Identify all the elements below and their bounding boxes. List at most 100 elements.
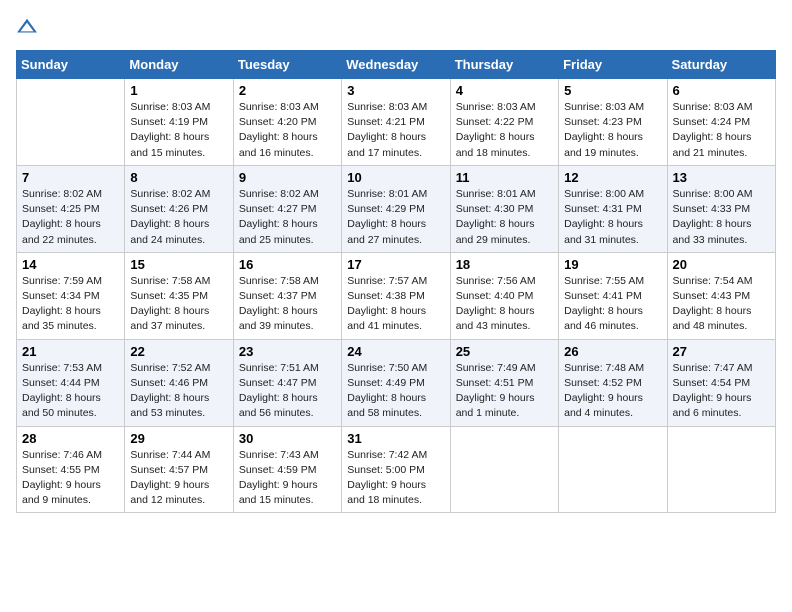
day-number: 16 <box>239 257 336 272</box>
day-number: 29 <box>130 431 227 446</box>
calendar-cell: 20 Sunrise: 7:54 AMSunset: 4:43 PMDayligh… <box>667 252 775 339</box>
day-info: Sunrise: 7:55 AMSunset: 4:41 PMDaylight:… <box>564 274 661 335</box>
calendar-week-row: 28 Sunrise: 7:46 AMSunset: 4:55 PMDayligh… <box>17 426 776 513</box>
day-number: 18 <box>456 257 553 272</box>
day-number: 26 <box>564 344 661 359</box>
day-number: 20 <box>673 257 770 272</box>
calendar-cell: 7Sunrise: 8:02 AMSunset: 4:25 PMDaylight… <box>17 165 125 252</box>
day-number: 19 <box>564 257 661 272</box>
day-number: 21 <box>22 344 119 359</box>
day-info: Sunrise: 8:00 AMSunset: 4:31 PMDaylight:… <box>564 187 661 248</box>
day-info: Sunrise: 8:01 AMSunset: 4:29 PMDaylight:… <box>347 187 444 248</box>
day-info: Sunrise: 8:03 AMSunset: 4:19 PMDaylight:… <box>130 100 227 161</box>
day-number: 5 <box>564 83 661 98</box>
day-info: Sunrise: 7:53 AMSunset: 4:44 PMDaylight:… <box>22 361 119 422</box>
page-header <box>16 16 776 38</box>
day-info: Sunrise: 8:00 AMSunset: 4:33 PMDaylight:… <box>673 187 770 248</box>
calendar-cell: 23 Sunrise: 7:51 AMSunset: 4:47 PMDayligh… <box>233 339 341 426</box>
day-info: Sunrise: 8:03 AMSunset: 4:22 PMDaylight:… <box>456 100 553 161</box>
calendar-cell: 27Sunrise: 7:47 AMSunset: 4:54 PMDayligh… <box>667 339 775 426</box>
day-info: Sunrise: 8:03 AMSunset: 4:21 PMDaylight:… <box>347 100 444 161</box>
calendar-cell: 24 Sunrise: 7:50 AMSunset: 4:49 PMDayligh… <box>342 339 450 426</box>
day-number: 17 <box>347 257 444 272</box>
day-info: Sunrise: 8:02 AMSunset: 4:27 PMDaylight:… <box>239 187 336 248</box>
weekday-header-wednesday: Wednesday <box>342 51 450 79</box>
day-info: Sunrise: 8:03 AMSunset: 4:23 PMDaylight:… <box>564 100 661 161</box>
calendar-cell: 3 Sunrise: 8:03 AMSunset: 4:21 PMDaylight… <box>342 79 450 166</box>
calendar-cell: 29 Sunrise: 7:44 AMSunset: 4:57 PMDayligh… <box>125 426 233 513</box>
calendar-cell: 12 Sunrise: 8:00 AMSunset: 4:31 PMDayligh… <box>559 165 667 252</box>
day-info: Sunrise: 7:54 AMSunset: 4:43 PMDaylight:… <box>673 274 770 335</box>
calendar-cell: 4 Sunrise: 8:03 AMSunset: 4:22 PMDaylight… <box>450 79 558 166</box>
day-info: Sunrise: 7:44 AMSunset: 4:57 PMDaylight:… <box>130 448 227 509</box>
calendar-cell: 16 Sunrise: 7:58 AMSunset: 4:37 PMDayligh… <box>233 252 341 339</box>
calendar-cell: 30Sunrise: 7:43 AMSunset: 4:59 PMDayligh… <box>233 426 341 513</box>
calendar-cell <box>559 426 667 513</box>
day-info: Sunrise: 7:42 AMSunset: 5:00 PMDaylight:… <box>347 448 444 509</box>
calendar-cell: 6 Sunrise: 8:03 AMSunset: 4:24 PMDaylight… <box>667 79 775 166</box>
day-number: 12 <box>564 170 661 185</box>
day-info: Sunrise: 7:46 AMSunset: 4:55 PMDaylight:… <box>22 448 119 509</box>
calendar-cell: 19 Sunrise: 7:55 AMSunset: 4:41 PMDayligh… <box>559 252 667 339</box>
day-info: Sunrise: 7:49 AMSunset: 4:51 PMDaylight:… <box>456 361 553 422</box>
day-number: 10 <box>347 170 444 185</box>
day-number: 13 <box>673 170 770 185</box>
calendar-cell <box>667 426 775 513</box>
day-number: 30 <box>239 431 336 446</box>
day-info: Sunrise: 7:47 AMSunset: 4:54 PMDaylight:… <box>673 361 770 422</box>
calendar-cell: 18 Sunrise: 7:56 AMSunset: 4:40 PMDayligh… <box>450 252 558 339</box>
day-number: 14 <box>22 257 119 272</box>
weekday-header-row: SundayMondayTuesdayWednesdayThursdayFrid… <box>17 51 776 79</box>
weekday-header-thursday: Thursday <box>450 51 558 79</box>
day-number: 1 <box>130 83 227 98</box>
calendar-cell: 8 Sunrise: 8:02 AMSunset: 4:26 PMDaylight… <box>125 165 233 252</box>
day-number: 22 <box>130 344 227 359</box>
calendar-cell: 5 Sunrise: 8:03 AMSunset: 4:23 PMDaylight… <box>559 79 667 166</box>
logo-icon <box>16 16 38 38</box>
calendar-week-row: 7Sunrise: 8:02 AMSunset: 4:25 PMDaylight… <box>17 165 776 252</box>
calendar-cell: 15 Sunrise: 7:58 AMSunset: 4:35 PMDayligh… <box>125 252 233 339</box>
weekday-header-friday: Friday <box>559 51 667 79</box>
day-number: 3 <box>347 83 444 98</box>
calendar-week-row: 21 Sunrise: 7:53 AMSunset: 4:44 PMDayligh… <box>17 339 776 426</box>
day-number: 31 <box>347 431 444 446</box>
calendar-cell <box>450 426 558 513</box>
calendar-week-row: 14 Sunrise: 7:59 AMSunset: 4:34 PMDayligh… <box>17 252 776 339</box>
day-info: Sunrise: 7:56 AMSunset: 4:40 PMDaylight:… <box>456 274 553 335</box>
day-number: 7 <box>22 170 119 185</box>
calendar-cell: 22 Sunrise: 7:52 AMSunset: 4:46 PMDayligh… <box>125 339 233 426</box>
weekday-header-saturday: Saturday <box>667 51 775 79</box>
day-info: Sunrise: 7:51 AMSunset: 4:47 PMDaylight:… <box>239 361 336 422</box>
calendar-table: SundayMondayTuesdayWednesdayThursdayFrid… <box>16 50 776 513</box>
calendar-cell: 13 Sunrise: 8:00 AMSunset: 4:33 PMDayligh… <box>667 165 775 252</box>
day-info: Sunrise: 7:58 AMSunset: 4:35 PMDaylight:… <box>130 274 227 335</box>
day-info: Sunrise: 8:02 AMSunset: 4:26 PMDaylight:… <box>130 187 227 248</box>
calendar-cell: 21 Sunrise: 7:53 AMSunset: 4:44 PMDayligh… <box>17 339 125 426</box>
day-number: 28 <box>22 431 119 446</box>
calendar-cell: 28 Sunrise: 7:46 AMSunset: 4:55 PMDayligh… <box>17 426 125 513</box>
calendar-cell: 26 Sunrise: 7:48 AMSunset: 4:52 PMDayligh… <box>559 339 667 426</box>
day-number: 9 <box>239 170 336 185</box>
calendar-cell: 31 Sunrise: 7:42 AMSunset: 5:00 PMDayligh… <box>342 426 450 513</box>
day-number: 23 <box>239 344 336 359</box>
day-number: 24 <box>347 344 444 359</box>
calendar-cell <box>17 79 125 166</box>
day-info: Sunrise: 7:50 AMSunset: 4:49 PMDaylight:… <box>347 361 444 422</box>
day-info: Sunrise: 8:03 AMSunset: 4:24 PMDaylight:… <box>673 100 770 161</box>
day-number: 11 <box>456 170 553 185</box>
day-number: 4 <box>456 83 553 98</box>
calendar-cell: 10 Sunrise: 8:01 AMSunset: 4:29 PMDayligh… <box>342 165 450 252</box>
day-info: Sunrise: 7:52 AMSunset: 4:46 PMDaylight:… <box>130 361 227 422</box>
day-number: 15 <box>130 257 227 272</box>
weekday-header-sunday: Sunday <box>17 51 125 79</box>
day-number: 25 <box>456 344 553 359</box>
calendar-cell: 2Sunrise: 8:03 AMSunset: 4:20 PMDaylight… <box>233 79 341 166</box>
day-info: Sunrise: 7:58 AMSunset: 4:37 PMDaylight:… <box>239 274 336 335</box>
day-number: 6 <box>673 83 770 98</box>
day-info: Sunrise: 7:59 AMSunset: 4:34 PMDaylight:… <box>22 274 119 335</box>
day-info: Sunrise: 7:48 AMSunset: 4:52 PMDaylight:… <box>564 361 661 422</box>
day-number: 2 <box>239 83 336 98</box>
calendar-cell: 1 Sunrise: 8:03 AMSunset: 4:19 PMDaylight… <box>125 79 233 166</box>
day-number: 8 <box>130 170 227 185</box>
calendar-week-row: 1 Sunrise: 8:03 AMSunset: 4:19 PMDaylight… <box>17 79 776 166</box>
